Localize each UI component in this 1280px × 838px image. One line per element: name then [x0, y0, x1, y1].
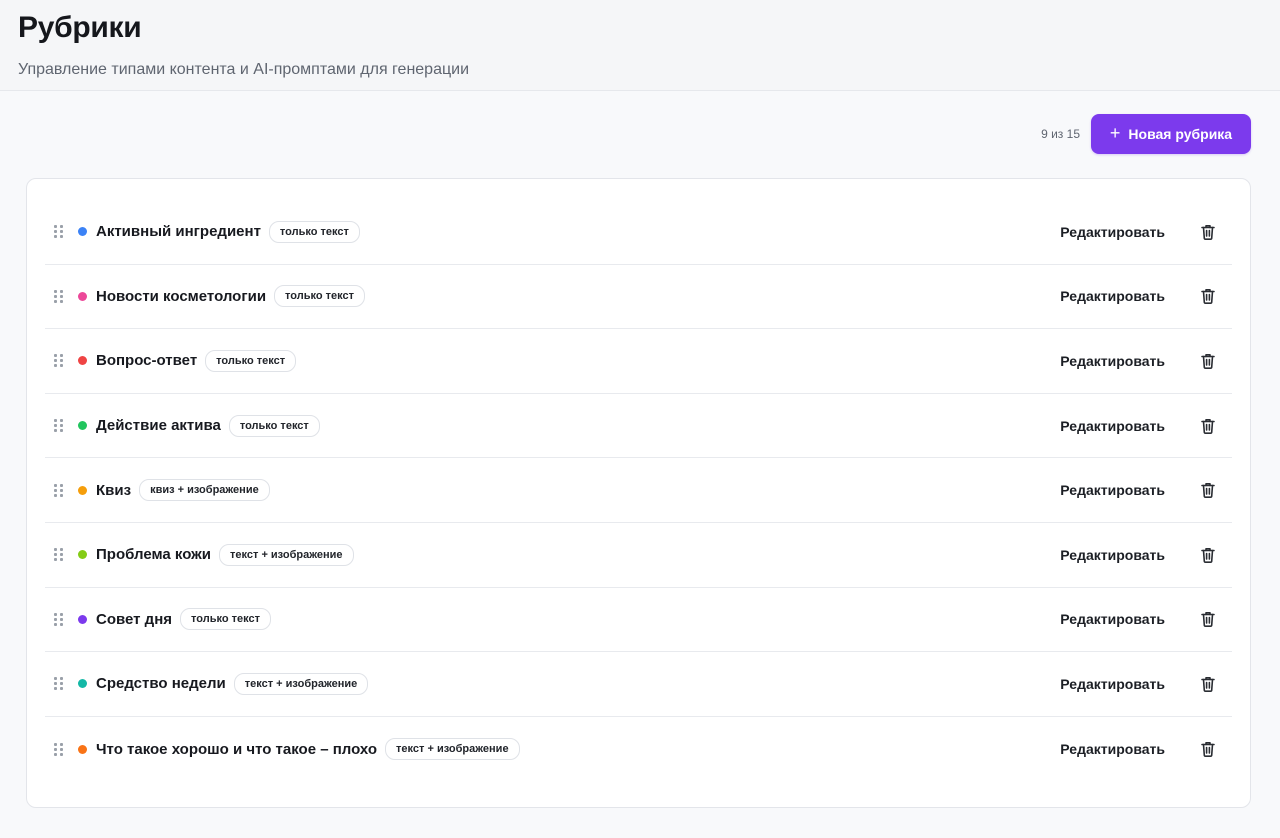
rubric-row: Квиз квиз + изображение Редактировать [45, 458, 1232, 523]
color-dot [78, 550, 87, 560]
rubric-name: Совет дня [96, 610, 173, 628]
trash-icon[interactable] [1200, 287, 1216, 305]
drag-handle-icon[interactable] [54, 742, 64, 756]
plus-icon: + [1109, 123, 1121, 143]
rubric-name: Действие актива [96, 417, 221, 435]
trash-icon[interactable] [1200, 740, 1216, 758]
rubric-row: Активный ингредиент только текст Редакти… [45, 200, 1232, 265]
page-header: Рубрики Управление типами контента и AI-… [0, 0, 1280, 91]
new-rubric-button[interactable]: + Новая рубрика [1091, 114, 1251, 154]
drag-handle-icon[interactable] [54, 612, 64, 626]
content-type-badge: текст + изображение [385, 738, 520, 761]
color-dot [78, 744, 87, 754]
page-title: Рубрики [18, 11, 142, 44]
trash-icon[interactable] [1200, 417, 1216, 435]
color-dot [78, 679, 87, 689]
toolbar: 9 из 15 + Новая рубрика [0, 91, 1280, 177]
color-dot [78, 291, 87, 301]
edit-button[interactable]: Редактировать [1060, 547, 1165, 563]
rubric-name: Вопрос-ответ [96, 352, 198, 370]
edit-button[interactable]: Редактировать [1060, 741, 1165, 757]
rubric-name: Проблема кожи [96, 546, 212, 564]
drag-handle-icon[interactable] [54, 677, 64, 691]
drag-handle-icon[interactable] [54, 289, 64, 303]
rubric-row: Проблема кожи текст + изображение Редакт… [45, 523, 1232, 588]
color-dot [78, 356, 87, 366]
trash-icon[interactable] [1200, 481, 1216, 499]
content-type-badge: только текст [268, 220, 360, 243]
page-subtitle: Управление типами контента и AI-промптам… [18, 61, 470, 78]
content-type-badge: только текст [205, 349, 297, 372]
edit-button[interactable]: Редактировать [1060, 353, 1165, 369]
rubric-row: Действие актива только текст Редактирова… [45, 394, 1232, 459]
trash-icon[interactable] [1200, 610, 1216, 628]
drag-handle-icon[interactable] [54, 354, 64, 368]
rubric-counter: 9 из 15 [1041, 127, 1080, 141]
edit-button[interactable]: Редактировать [1060, 611, 1165, 627]
color-dot [78, 485, 87, 495]
drag-handle-icon[interactable] [54, 548, 64, 562]
trash-icon[interactable] [1200, 675, 1216, 693]
edit-button[interactable]: Редактировать [1060, 676, 1165, 692]
rubric-name: Активный ингредиент [96, 223, 261, 241]
rubric-row: Вопрос-ответ только текст Редактировать [45, 329, 1232, 394]
drag-handle-icon[interactable] [54, 483, 64, 497]
trash-icon[interactable] [1200, 352, 1216, 370]
color-dot [78, 614, 87, 624]
color-dot [78, 421, 87, 431]
edit-button[interactable]: Редактировать [1060, 288, 1165, 304]
content-type-badge: текст + изображение [219, 543, 354, 566]
content-type-badge: только текст [228, 414, 320, 437]
edit-button[interactable]: Редактировать [1060, 224, 1165, 240]
rubrics-list: Активный ингредиент только текст Редакти… [26, 178, 1251, 808]
rubric-row: Совет дня только текст Редактировать [45, 588, 1232, 653]
color-dot [78, 227, 87, 237]
trash-icon[interactable] [1200, 223, 1216, 241]
edit-button[interactable]: Редактировать [1060, 418, 1165, 434]
content-type-badge: текст + изображение [233, 672, 369, 695]
rubric-name: Новости косметологии [96, 287, 267, 305]
drag-handle-icon[interactable] [54, 419, 64, 433]
content-type-badge: квиз + изображение [139, 479, 270, 502]
rubric-name: Что такое хорошо и что такое – плохо [96, 740, 378, 758]
rubric-name: Средство недели [96, 675, 226, 693]
trash-icon[interactable] [1200, 546, 1216, 564]
content-type-badge: только текст [274, 285, 365, 308]
rubric-row: Новости косметологии только текст Редакт… [45, 265, 1232, 330]
new-rubric-label: Новая рубрика [1128, 126, 1233, 142]
drag-handle-icon[interactable] [54, 225, 64, 239]
rubric-row: Что такое хорошо и что такое – плохо тек… [45, 717, 1232, 782]
rubric-row: Средство недели текст + изображение Реда… [45, 652, 1232, 717]
rubric-name: Квиз [96, 481, 132, 499]
edit-button[interactable]: Редактировать [1060, 482, 1165, 498]
content-type-badge: только текст [180, 608, 271, 631]
